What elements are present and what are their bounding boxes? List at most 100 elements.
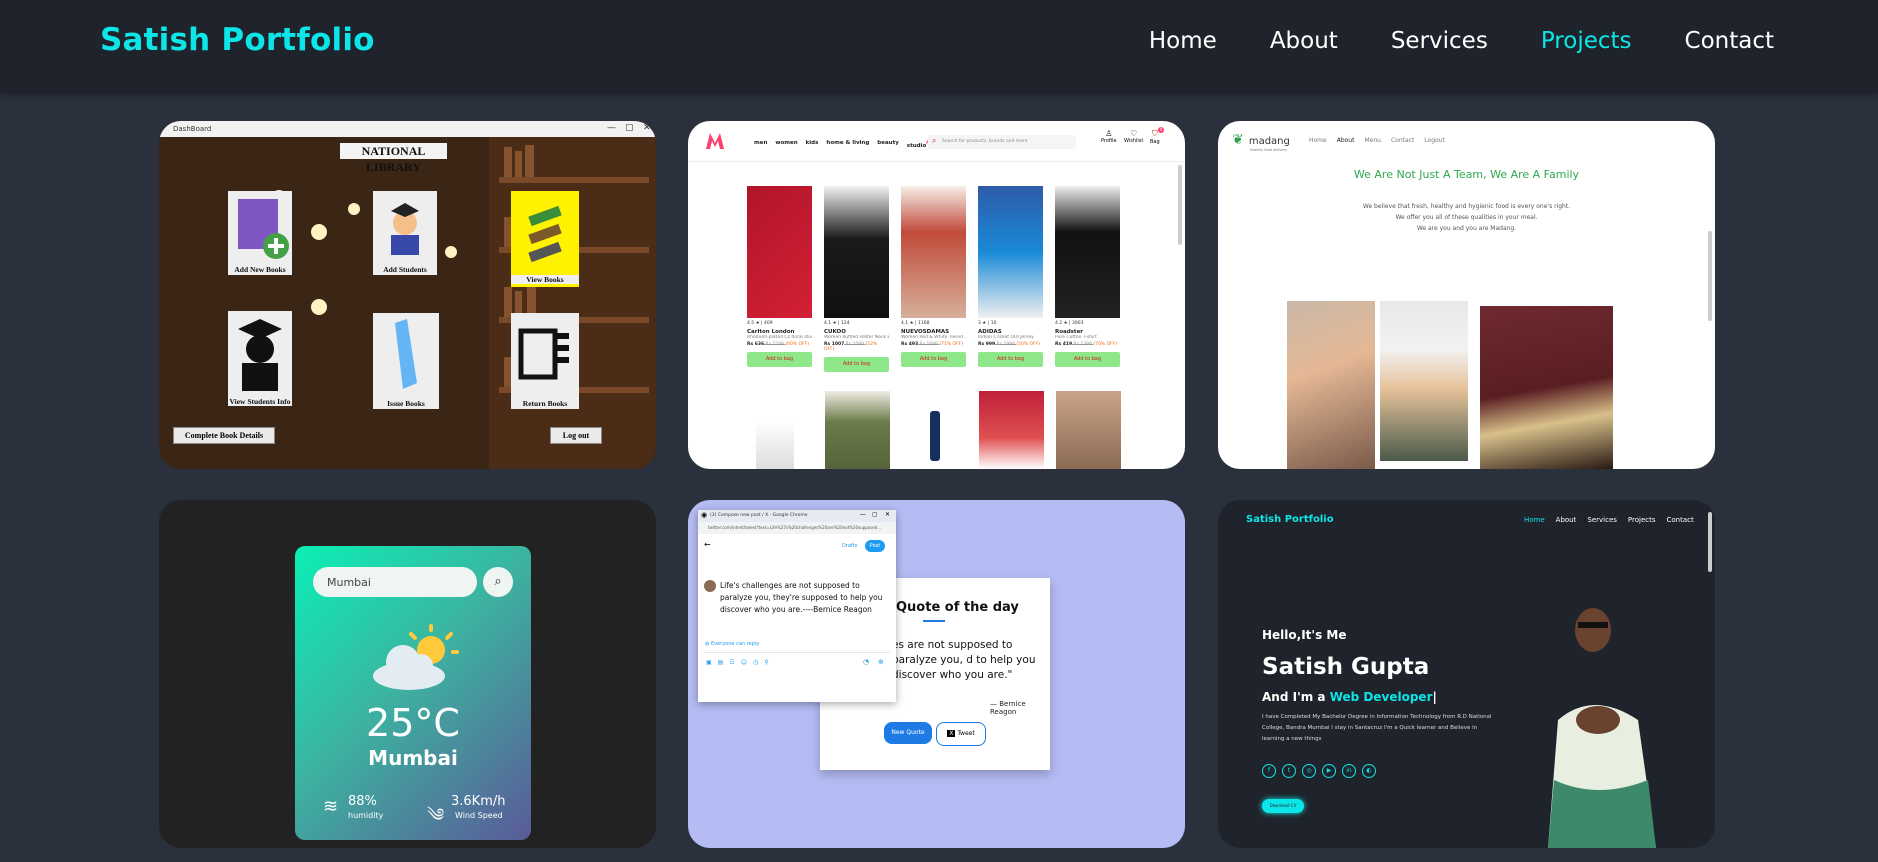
nav-home[interactable]: Home [1149, 28, 1217, 54]
download-cv-button[interactable]: Download CV [1262, 799, 1304, 813]
twitter-icon[interactable]: t [1282, 764, 1296, 778]
leaf-icon: ❦ [1232, 132, 1244, 148]
product-card[interactable]: 4.1 ★ | 1168 NUEVOSDAMAS Women Red & White… [901, 186, 966, 367]
project-card-shop[interactable]: men women kids home & living beauty stud… [688, 121, 1185, 469]
portfolio-nav-item[interactable]: About [1556, 516, 1577, 524]
project-card-quote[interactable]: Quote of the day es are not supposed to … [688, 500, 1185, 848]
project-card-restaurant[interactable]: ❦ madang healthy food delivery Home Abou… [1218, 121, 1715, 469]
close-icon[interactable]: ✕ [885, 511, 890, 518]
complete-details-button[interactable]: Complete Book Details [173, 427, 275, 444]
add-to-bag-button[interactable]: Add to bag [747, 352, 812, 367]
logout-button[interactable]: Log out [550, 427, 602, 444]
madang-nav-item[interactable]: Menu [1364, 137, 1380, 144]
scrollbar[interactable] [1178, 165, 1182, 245]
madang-nav-item[interactable]: About [1337, 137, 1355, 144]
tile-add-students[interactable]: Add Students [373, 191, 437, 275]
product-card[interactable]: 4.2 ★ | 3903 Roadster Pure Cotton T-shirt R… [1055, 186, 1120, 367]
github-icon[interactable]: ◐ [1362, 764, 1376, 778]
madang-logo[interactable]: ❦ madang healthy food delivery [1232, 129, 1290, 152]
search-input[interactable]: ⌕ Search for products, brands and more [928, 135, 1076, 149]
add-to-bag-button[interactable]: Add to bag [901, 352, 966, 367]
emoji-icon[interactable]: ☺ [741, 659, 747, 666]
shop-nav-item[interactable]: home & living [826, 140, 869, 149]
gif-icon[interactable]: ▤ [718, 659, 724, 666]
nav-menu: Home About Services Projects Contact [1149, 28, 1774, 54]
product-thumb[interactable] [825, 391, 890, 469]
shop-logo-icon[interactable] [706, 133, 724, 149]
portfolio-nav-item[interactable]: Projects [1628, 516, 1656, 524]
instagram-icon[interactable]: ◎ [1302, 764, 1316, 778]
tile-add-new-books[interactable]: Add New Books [228, 191, 292, 275]
books-stack-icon [528, 205, 562, 263]
portfolio-brand[interactable]: Satish Portfolio [1246, 514, 1334, 525]
product-rating: 4.5 ★ | 409 [747, 321, 773, 326]
tweet-button[interactable]: X Tweet [936, 722, 986, 746]
facebook-icon[interactable]: f [1262, 764, 1276, 778]
close-icon[interactable]: ✕ [643, 123, 651, 133]
minimize-icon[interactable]: — [607, 123, 616, 133]
project-card-portfolio[interactable]: Satish Portfolio Home About Services Pro… [1218, 500, 1715, 848]
nav-about[interactable]: About [1270, 28, 1338, 54]
drafts-link[interactable]: Drafts [842, 543, 857, 549]
youtube-icon[interactable]: ▶ [1322, 764, 1336, 778]
add-to-bag-button[interactable]: Add to bag [978, 352, 1043, 367]
location-icon[interactable]: ⚲ [764, 659, 768, 666]
address-bar[interactable]: twitter.com/intent/tweet?text=Life%27s%2… [698, 522, 896, 534]
wishlist-link[interactable]: ♡ Wishlist [1124, 129, 1143, 144]
product-desc: Rhodium-plated Cz floral studs [747, 335, 812, 340]
product-image[interactable] [1055, 186, 1120, 318]
madang-logo-text: madang [1248, 136, 1290, 147]
portfolio-nav-item[interactable]: Contact [1667, 516, 1694, 524]
scrollbar[interactable] [1708, 512, 1712, 572]
project-card-library[interactable]: DashBoard — ▢ ✕ NATIONAL LIBRARY Add New… [159, 121, 656, 469]
tile-return-books[interactable]: Return Books [511, 313, 579, 409]
project-card-weather[interactable]: Mumbai ⌕ 25°C Mumbai ≋ 88% humidity ༄ 3.… [159, 500, 656, 848]
product-card[interactable]: 3 ★ | 10 ADIDAS Indian Cricket ODI Jersey R… [978, 186, 1043, 367]
product-thumb[interactable] [902, 391, 967, 469]
product-thumb[interactable] [979, 391, 1044, 469]
maximize-icon[interactable]: ▢ [625, 123, 634, 133]
nav-contact[interactable]: Contact [1685, 28, 1774, 54]
minimize-icon[interactable]: — [860, 511, 866, 518]
city-search-input[interactable]: Mumbai [313, 567, 477, 597]
portfolio-nav-item[interactable]: Home [1524, 516, 1545, 524]
tile-issue-books[interactable]: Issue Books [373, 313, 439, 409]
product-card[interactable]: 4.5 ★ | 409 Carlton London Rhodium-plated … [747, 186, 812, 367]
profile-link[interactable]: ♙ Profile [1101, 129, 1117, 144]
new-quote-button[interactable]: New Quote [884, 722, 932, 744]
product-image[interactable] [901, 186, 966, 318]
shop-nav-item[interactable]: men [754, 140, 767, 149]
search-button[interactable]: ⌕ [483, 567, 513, 597]
product-image[interactable] [747, 186, 812, 318]
add-post-icon[interactable]: ⊕ [878, 658, 884, 666]
shop-nav-item[interactable]: women [775, 140, 797, 149]
add-to-bag-button[interactable]: Add to bag [1055, 352, 1120, 367]
product-image[interactable] [978, 186, 1043, 318]
tile-view-students-info[interactable]: View Students Info [228, 311, 292, 406]
madang-nav-item[interactable]: Logout [1424, 137, 1445, 144]
linkedin-icon[interactable]: in [1342, 764, 1356, 778]
product-thumb[interactable] [1056, 391, 1121, 469]
reply-setting[interactable]: ◍ Everyone can reply [705, 641, 759, 647]
madang-nav-item[interactable]: Home [1309, 137, 1327, 144]
madang-nav-item[interactable]: Contact [1391, 137, 1414, 144]
product-card[interactable]: 4.1 ★ | 124 CUKOO Women Ruffled Halter Nec… [824, 186, 889, 372]
shop-nav-item[interactable]: beauty [877, 140, 899, 149]
nav-services[interactable]: Services [1391, 28, 1488, 54]
product-thumb[interactable] [756, 421, 794, 469]
schedule-icon[interactable]: ◷ [753, 659, 758, 666]
brand-logo[interactable]: Satish Portfolio [100, 22, 375, 58]
product-image[interactable] [824, 186, 889, 318]
tweet-text[interactable]: Life's challenges are not supposed to pa… [720, 580, 888, 616]
tile-view-books[interactable]: View Books [511, 191, 579, 287]
add-to-bag-button[interactable]: Add to bag [824, 357, 889, 372]
shop-nav-item[interactable]: kids [806, 140, 819, 149]
maximize-icon[interactable]: ▢ [872, 511, 878, 518]
image-icon[interactable]: ▣ [706, 659, 712, 666]
back-arrow-icon[interactable]: ← [704, 540, 711, 549]
scrollbar[interactable] [1708, 231, 1712, 321]
post-button[interactable]: Post [865, 540, 885, 552]
nav-projects[interactable]: Projects [1541, 28, 1632, 54]
portfolio-nav-item[interactable]: Services [1587, 516, 1617, 524]
poll-icon[interactable]: ☷ [729, 659, 734, 666]
